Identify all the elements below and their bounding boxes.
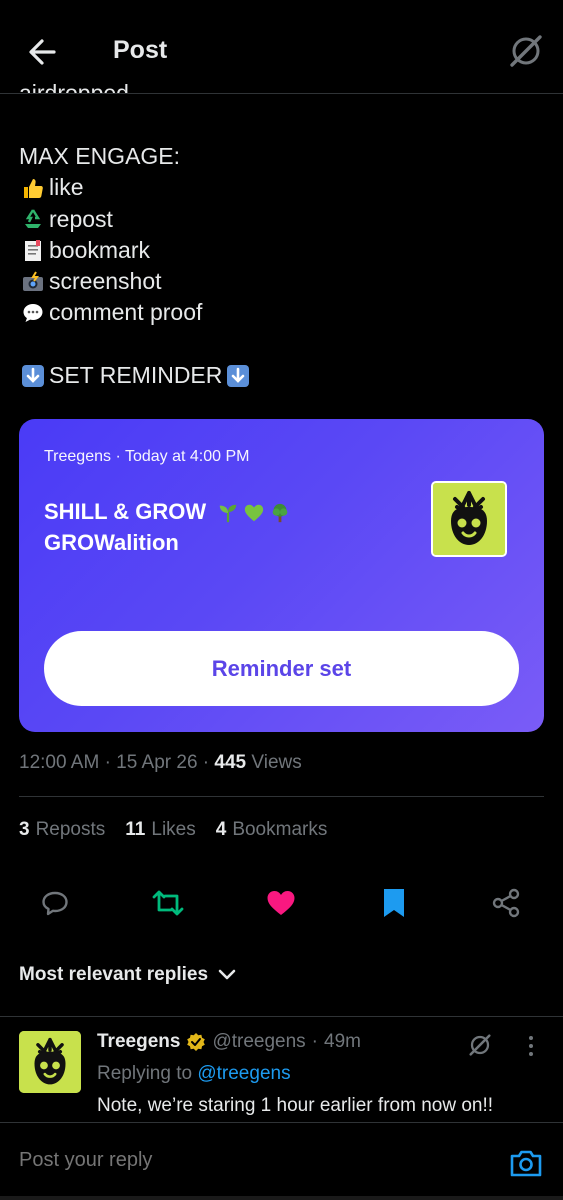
card-title: SHILL & GROW GROWalition [44, 496, 404, 558]
post-actions [0, 880, 563, 926]
list-item-label: screenshot [49, 268, 162, 295]
down-arrow-emoji [19, 363, 46, 388]
reply-time: 49m [324, 1031, 361, 1052]
grok-slash-icon [469, 1034, 491, 1056]
repost-button[interactable] [151, 886, 185, 920]
list-item: bookmark [19, 235, 544, 266]
post-date: 15 Apr 26 [116, 752, 198, 773]
green-heart-emoji [245, 504, 264, 522]
post-meta: 12:00 AM · 15 Apr 26 · 445 Views [19, 752, 302, 773]
mention-link[interactable]: @treegens [197, 1063, 290, 1084]
share-button[interactable] [489, 886, 523, 920]
speech-balloon-emoji [19, 301, 46, 326]
back-button[interactable] [24, 32, 64, 72]
chevron-down-icon [218, 969, 236, 980]
reply-button[interactable] [38, 886, 72, 920]
reposts-stat[interactable]: 3 Reposts [19, 819, 105, 841]
recycle-emoji [19, 207, 46, 232]
bookmark-button[interactable] [377, 886, 411, 920]
reply-author-handle: @treegens [212, 1031, 306, 1052]
post-heading: MAX ENGAGE: [19, 143, 181, 169]
list-item-label: comment proof [49, 299, 203, 326]
system-nav-bar [0, 1196, 563, 1200]
top-app-bar: airdropped Post [0, 0, 563, 94]
list-item: comment proof [19, 297, 544, 328]
reply-text: Note, we’re staring 1 hour earlier from … [97, 1095, 494, 1116]
tree-emoji [272, 504, 288, 523]
card-time: Today at 4:00 PM [124, 448, 250, 465]
heart-icon [267, 891, 295, 915]
reply-bubble-icon [42, 891, 68, 916]
treegens-logo-icon [433, 483, 505, 555]
camera-icon [510, 1150, 542, 1177]
seedling-emoji [220, 504, 237, 523]
treegens-logo-icon [19, 1031, 81, 1093]
set-reminder-line: SET REMINDER [19, 360, 544, 391]
divider [19, 796, 544, 797]
grok-slash-icon [510, 35, 542, 67]
more-dot [529, 1052, 533, 1056]
list-item: screenshot [19, 266, 544, 297]
down-arrow-emoji [224, 363, 251, 388]
bookmarks-stat[interactable]: 4 Bookmarks [216, 819, 328, 841]
bookmark-icon [384, 889, 404, 917]
card-host-avatar [431, 481, 507, 557]
post-time: 12:00 AM [19, 752, 100, 773]
reply-item[interactable]: Treegens @treegens · 49m Replying to @tr… [0, 1016, 563, 1122]
space-event-card[interactable]: Treegens · Today at 4:00 PM SHILL & GROW… [19, 419, 544, 732]
card-meta: Treegens · Today at 4:00 PM [44, 448, 250, 465]
camera-button[interactable] [508, 1145, 544, 1181]
reminder-set-button[interactable]: Reminder set [44, 631, 519, 706]
replying-to: Replying to @treegens [97, 1063, 291, 1084]
reply-input[interactable] [19, 1149, 479, 1172]
likes-stat[interactable]: 11 Likes [125, 819, 195, 841]
repost-icon [152, 890, 184, 916]
reply-compose-bar [0, 1122, 563, 1200]
grok-button[interactable] [505, 30, 547, 72]
list-item: like [19, 172, 544, 203]
like-button[interactable] [264, 886, 298, 920]
more-dot [529, 1044, 533, 1048]
thumbs-up-emoji [19, 175, 46, 200]
views-count[interactable]: 445 [214, 752, 246, 773]
reply-author-name[interactable]: Treegens [97, 1031, 180, 1053]
set-reminder-text: SET REMINDER [49, 362, 223, 389]
reply-header: Treegens @treegens · 49m [97, 1031, 361, 1053]
arrow-left-icon [29, 39, 56, 65]
avatar[interactable] [19, 1031, 81, 1093]
list-item: repost [19, 204, 544, 235]
share-icon [492, 888, 520, 918]
list-item-label: like [49, 174, 84, 201]
reply-sort-label: Most relevant replies [19, 964, 209, 985]
list-item-label: bookmark [49, 236, 150, 263]
reply-grok-button[interactable] [466, 1031, 494, 1059]
more-dot [529, 1036, 533, 1040]
post-body: MAX ENGAGE: like repost bookmark screens… [19, 141, 544, 391]
card-host: Treegens [44, 448, 111, 465]
camera-flash-emoji [19, 269, 46, 294]
gold-verified-icon [187, 1033, 206, 1051]
list-item-label: repost [49, 205, 113, 232]
more-options-button[interactable] [521, 1033, 541, 1059]
bookmark-tabs-emoji [19, 238, 46, 263]
reply-sort-dropdown[interactable]: Most relevant replies [19, 964, 236, 986]
page-title: Post [113, 36, 168, 64]
views-label: Views [251, 752, 302, 773]
post-text-cut-line: airdropped [19, 80, 129, 94]
engagement-stats: 3 Reposts 11 Likes 4 Bookmarks [19, 819, 327, 841]
